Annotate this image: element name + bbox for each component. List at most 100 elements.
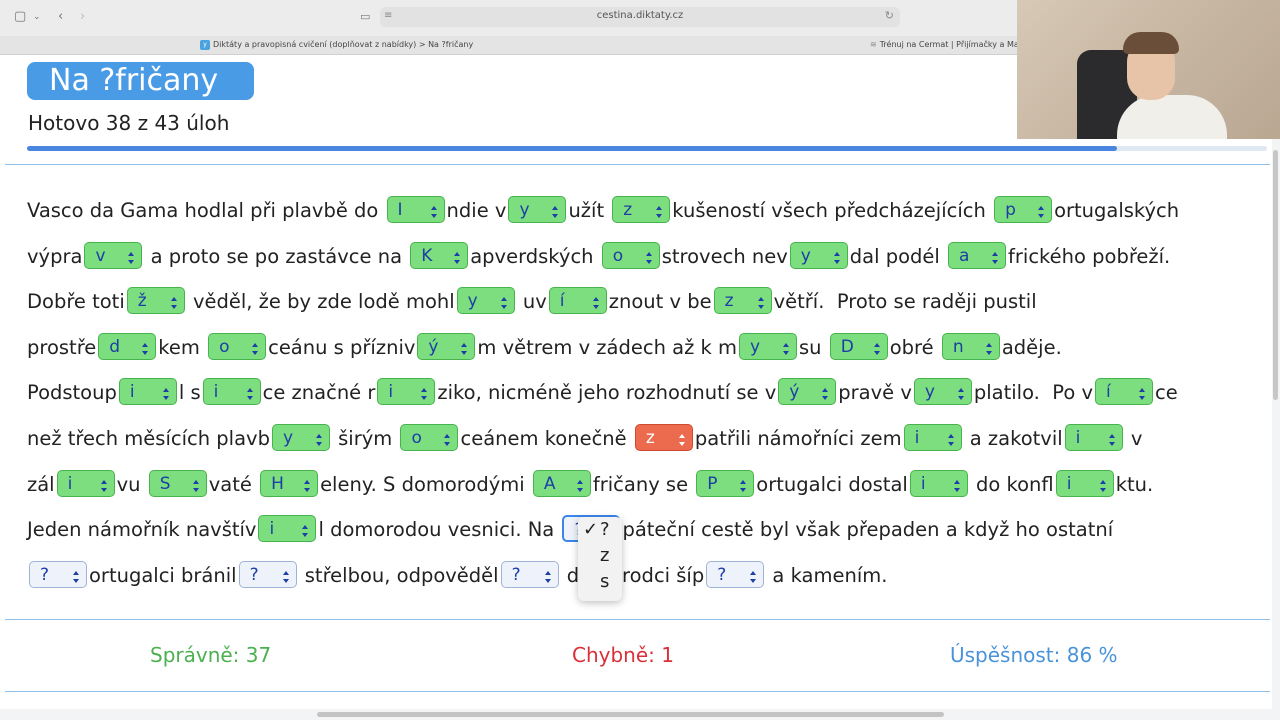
back-icon[interactable]: ‹ [58,9,63,25]
text-segment: ktu. [1115,472,1154,496]
text-segment: a kamením. [766,563,888,587]
vertical-scrollbar[interactable] [1273,150,1278,400]
gap-select-correct[interactable]: ý [778,378,837,406]
gap-select-correct[interactable]: i [1064,423,1123,451]
checkmark-icon: ✓ [583,519,599,540]
gap-value: K [421,245,433,266]
sidebar-toggle-icon[interactable]: ▢ [14,9,26,25]
gap-value: H [271,473,284,494]
select-arrows-icon [100,474,108,494]
gap-value: i [920,473,926,494]
forward-icon[interactable]: › [80,9,85,25]
reader-icon[interactable]: ≡ [384,10,392,21]
gap-select-correct[interactable]: y [913,378,972,406]
gap-value: P [707,473,718,494]
gap-select-correct[interactable]: i [377,378,436,406]
select-arrows-icon [645,246,653,266]
horizontal-scrollbar[interactable] [317,712,944,717]
dropdown-option[interactable]: z [578,543,622,569]
gap-select-correct[interactable]: ý [417,332,476,360]
gap-value: v [95,245,106,266]
gap-value: o [612,245,624,266]
gap-select-correct[interactable]: z [612,196,671,223]
gap-select-correct[interactable]: z [713,287,772,315]
gap-select-correct[interactable]: i [1055,469,1114,497]
gap-select-correct[interactable]: i [202,378,261,406]
gap-value: i [1075,427,1081,448]
text-segment: ceánu s přízniv [268,335,416,359]
reload-icon[interactable]: ↻ [885,9,894,22]
gap-select-correct[interactable]: y [789,241,848,269]
select-arrows-icon [430,200,438,220]
gap-select-correct[interactable]: d [98,332,157,360]
text-segment: páteční cestě byl však přepaden a když h… [622,518,1114,542]
gap-select-empty[interactable]: ? [706,560,765,588]
gap-dropdown-menu[interactable]: ✓ ? z s [578,517,622,601]
gap-select-correct[interactable]: o [208,332,267,360]
gap-select-correct[interactable]: y [456,287,515,315]
text-segment: výpra [27,244,83,268]
text-segment: aděje. [1001,335,1062,359]
progress-bar [27,146,1267,151]
text-segment: strovech nev [661,244,788,268]
gap-select-correct[interactable]: i [56,469,115,497]
tab-cermat[interactable]: ≋ Trénuj na Cermat | Přijímačky a Maturi [870,38,1020,52]
gap-select-correct[interactable]: K [410,241,469,269]
gap-value: ž [137,291,147,312]
gap-select-correct[interactable]: y [739,332,798,360]
gap-select-correct[interactable]: y [271,423,330,451]
gap-select-correct[interactable]: i [258,515,317,543]
text-segment: znout v be [608,290,712,314]
text-segment: ortugalci dostal [756,472,908,496]
gap-select-correct[interactable]: o [601,241,660,269]
select-arrows-icon [544,565,552,585]
select-arrows-icon [757,291,765,311]
select-arrows-icon [991,246,999,266]
select-arrows-icon [251,337,259,357]
address-bar[interactable]: cestina.diktaty.cz ≡ ↻ [380,7,900,27]
select-arrows-icon [301,519,309,539]
gap-select-correct[interactable]: D [829,332,888,360]
gap-value: y [467,291,478,312]
gap-select-wrong[interactable]: z [634,423,693,451]
text-line: Podstoup i l s i ce značné r i ziko, nicméně j… [27,377,1252,423]
gap-select-correct[interactable]: y [508,196,567,223]
gap-select-correct[interactable]: A [532,469,591,497]
text-segment: frického pobřeží. [1008,244,1171,268]
gap-select-correct[interactable]: H [260,469,319,497]
gap-select-correct[interactable]: i [118,378,177,406]
gap-select-correct[interactable]: o [400,423,459,451]
text-line: ? ortugalci bránil? střelbou, odpověděl? … [27,560,1252,606]
gap-select-correct[interactable]: í [548,287,607,315]
gap-select-empty[interactable]: ? [238,560,297,588]
gap-select-correct[interactable]: P [696,469,755,497]
gap-value: p [1005,200,1016,220]
dropdown-option[interactable]: ✓ ? [578,517,622,543]
gap-select-correct[interactable]: i [909,469,968,497]
gap-select-empty[interactable]: ? [500,560,559,588]
gap-select-correct[interactable]: n [941,332,1000,360]
gap-select-correct[interactable]: v [84,241,143,269]
select-arrows-icon [303,474,311,494]
gap-select-correct[interactable]: í [1095,378,1154,406]
tab-diktaty[interactable]: y Diktáty a pravopisná cvičení (doplňovat… [200,38,630,52]
gap-select-correct[interactable]: S [148,469,207,497]
text-segment: do konfl [969,472,1054,496]
select-arrows-icon [576,474,584,494]
select-arrows-icon [141,337,149,357]
text-segment: širým [331,426,399,450]
gap-select-correct[interactable]: ž [126,287,185,315]
gap-select-empty[interactable]: ? [29,560,87,588]
gap-select-correct[interactable]: I [386,196,445,223]
text-segment: ortugalci bránil [89,563,237,587]
gap-select-correct[interactable]: a [948,241,1007,269]
text-segment: apverdských [470,244,600,268]
gap-select-correct[interactable]: p [994,196,1053,223]
text-segment: obré [889,335,940,359]
chevron-down-icon[interactable]: ⌄ [33,9,41,25]
dropdown-option[interactable]: s [578,569,622,595]
text-line: Dobře toti ž věděl, že by zde lodě mohl y … [27,286,1252,332]
gap-select-correct[interactable]: i [903,423,962,451]
gap-value: D [840,336,854,357]
tab-label: Diktáty a pravopisná cvičení (doplňovat … [213,40,474,49]
